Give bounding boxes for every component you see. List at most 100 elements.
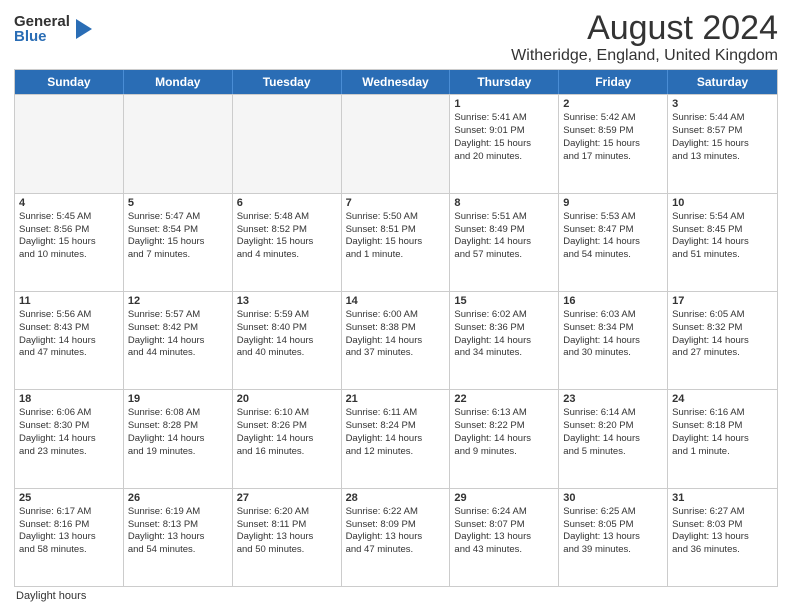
calendar: SundayMondayTuesdayWednesdayThursdayFrid…	[14, 69, 778, 587]
cell-text: Sunset: 8:05 PM	[563, 519, 663, 532]
cal-cell: 28Sunrise: 6:22 AMSunset: 8:09 PMDayligh…	[342, 489, 451, 586]
cal-cell: 24Sunrise: 6:16 AMSunset: 8:18 PMDayligh…	[668, 390, 777, 487]
cal-cell	[15, 95, 124, 192]
cell-text: and 4 minutes.	[237, 249, 337, 262]
day-number: 21	[346, 393, 446, 405]
cell-text: Sunrise: 6:14 AM	[563, 407, 663, 420]
cell-text: Sunrise: 6:11 AM	[346, 407, 446, 420]
cell-text: and 19 minutes.	[128, 446, 228, 459]
day-number: 9	[563, 197, 663, 209]
cell-text: Sunset: 8:20 PM	[563, 420, 663, 433]
cal-cell: 14Sunrise: 6:00 AMSunset: 8:38 PMDayligh…	[342, 292, 451, 389]
cell-text: Sunset: 8:57 PM	[672, 125, 773, 138]
day-number: 2	[563, 98, 663, 110]
cal-cell: 18Sunrise: 6:06 AMSunset: 8:30 PMDayligh…	[15, 390, 124, 487]
cell-text: Sunset: 8:43 PM	[19, 322, 119, 335]
day-number: 24	[672, 393, 773, 405]
cell-text: Sunrise: 5:57 AM	[128, 309, 228, 322]
cell-text: Sunset: 8:18 PM	[672, 420, 773, 433]
cell-text: and 37 minutes.	[346, 347, 446, 360]
cell-text: Sunrise: 6:08 AM	[128, 407, 228, 420]
day-number: 28	[346, 492, 446, 504]
cell-text: and 30 minutes.	[563, 347, 663, 360]
day-number: 31	[672, 492, 773, 504]
cell-text: and 44 minutes.	[128, 347, 228, 360]
cell-text: and 20 minutes.	[454, 151, 554, 164]
cell-text: and 47 minutes.	[346, 544, 446, 557]
cal-cell: 8Sunrise: 5:51 AMSunset: 8:49 PMDaylight…	[450, 194, 559, 291]
day-number: 22	[454, 393, 554, 405]
cal-cell: 11Sunrise: 5:56 AMSunset: 8:43 PMDayligh…	[15, 292, 124, 389]
cal-cell: 13Sunrise: 5:59 AMSunset: 8:40 PMDayligh…	[233, 292, 342, 389]
header-day-monday: Monday	[124, 70, 233, 94]
header-day-tuesday: Tuesday	[233, 70, 342, 94]
page: General Blue August 2024 Witheridge, Eng…	[0, 0, 792, 612]
cell-text: Daylight: 13 hours	[237, 531, 337, 544]
cell-text: Daylight: 15 hours	[454, 138, 554, 151]
day-number: 20	[237, 393, 337, 405]
cal-cell: 19Sunrise: 6:08 AMSunset: 8:28 PMDayligh…	[124, 390, 233, 487]
cell-text: Daylight: 13 hours	[563, 531, 663, 544]
cell-text: Sunrise: 5:44 AM	[672, 112, 773, 125]
cell-text: and 23 minutes.	[19, 446, 119, 459]
cell-text: Sunrise: 6:22 AM	[346, 506, 446, 519]
cell-text: Sunrise: 5:54 AM	[672, 211, 773, 224]
cell-text: and 7 minutes.	[128, 249, 228, 262]
cell-text: Sunset: 8:13 PM	[128, 519, 228, 532]
cell-text: and 54 minutes.	[128, 544, 228, 557]
cell-text: Sunset: 8:47 PM	[563, 224, 663, 237]
cell-text: Daylight: 13 hours	[128, 531, 228, 544]
cell-text: Sunrise: 5:50 AM	[346, 211, 446, 224]
cell-text: Daylight: 15 hours	[346, 236, 446, 249]
cell-text: Daylight: 14 hours	[672, 433, 773, 446]
cell-text: and 34 minutes.	[454, 347, 554, 360]
cell-text: and 16 minutes.	[237, 446, 337, 459]
cell-text: Daylight: 14 hours	[19, 433, 119, 446]
cell-text: Sunrise: 6:00 AM	[346, 309, 446, 322]
cell-text: Daylight: 13 hours	[19, 531, 119, 544]
cell-text: Daylight: 15 hours	[237, 236, 337, 249]
cell-text: Sunset: 8:28 PM	[128, 420, 228, 433]
week-row-4: 18Sunrise: 6:06 AMSunset: 8:30 PMDayligh…	[15, 389, 777, 487]
cell-text: and 1 minute.	[672, 446, 773, 459]
cell-text: Daylight: 14 hours	[19, 335, 119, 348]
cell-text: Sunset: 8:36 PM	[454, 322, 554, 335]
cell-text: Sunrise: 5:41 AM	[454, 112, 554, 125]
day-number: 25	[19, 492, 119, 504]
day-number: 8	[454, 197, 554, 209]
cell-text: Daylight: 13 hours	[672, 531, 773, 544]
cal-cell: 5Sunrise: 5:47 AMSunset: 8:54 PMDaylight…	[124, 194, 233, 291]
cal-cell: 10Sunrise: 5:54 AMSunset: 8:45 PMDayligh…	[668, 194, 777, 291]
cal-cell	[124, 95, 233, 192]
cell-text: Sunset: 8:52 PM	[237, 224, 337, 237]
cell-text: Daylight: 13 hours	[454, 531, 554, 544]
cell-text: Sunset: 8:03 PM	[672, 519, 773, 532]
day-number: 6	[237, 197, 337, 209]
day-number: 27	[237, 492, 337, 504]
cell-text: and 10 minutes.	[19, 249, 119, 262]
cell-text: Daylight: 14 hours	[672, 236, 773, 249]
cell-text: Daylight: 14 hours	[237, 433, 337, 446]
cal-cell	[342, 95, 451, 192]
week-row-3: 11Sunrise: 5:56 AMSunset: 8:43 PMDayligh…	[15, 291, 777, 389]
cell-text: and 40 minutes.	[237, 347, 337, 360]
cell-text: Daylight: 14 hours	[563, 236, 663, 249]
cell-text: and 27 minutes.	[672, 347, 773, 360]
cell-text: and 43 minutes.	[454, 544, 554, 557]
week-row-2: 4Sunrise: 5:45 AMSunset: 8:56 PMDaylight…	[15, 193, 777, 291]
cell-text: Daylight: 14 hours	[346, 335, 446, 348]
cal-cell: 22Sunrise: 6:13 AMSunset: 8:22 PMDayligh…	[450, 390, 559, 487]
cell-text: Sunset: 8:32 PM	[672, 322, 773, 335]
cell-text: and 5 minutes.	[563, 446, 663, 459]
cell-text: Sunset: 8:59 PM	[563, 125, 663, 138]
cell-text: and 54 minutes.	[563, 249, 663, 262]
cell-text: and 1 minute.	[346, 249, 446, 262]
day-number: 14	[346, 295, 446, 307]
subtitle: Witheridge, England, United Kingdom	[511, 47, 778, 65]
cell-text: Sunset: 8:42 PM	[128, 322, 228, 335]
cal-cell: 20Sunrise: 6:10 AMSunset: 8:26 PMDayligh…	[233, 390, 342, 487]
cell-text: and 17 minutes.	[563, 151, 663, 164]
cal-cell: 12Sunrise: 5:57 AMSunset: 8:42 PMDayligh…	[124, 292, 233, 389]
cell-text: and 9 minutes.	[454, 446, 554, 459]
cell-text: Sunset: 8:24 PM	[346, 420, 446, 433]
